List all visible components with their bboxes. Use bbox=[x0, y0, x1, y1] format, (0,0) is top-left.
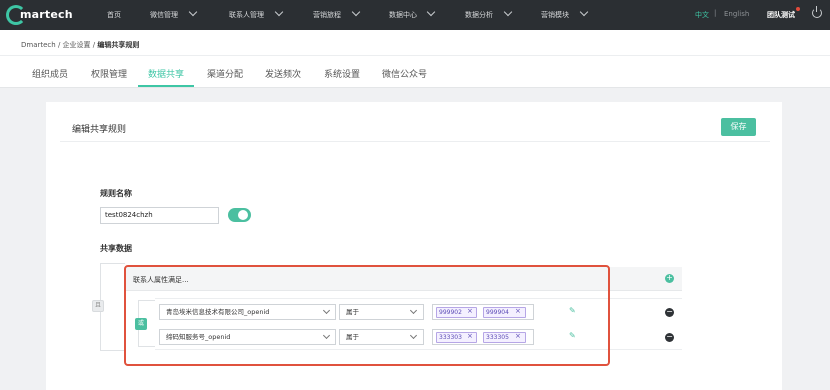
edit-icon[interactable]: ✎ bbox=[569, 306, 576, 315]
tag-remove-icon[interactable]: × bbox=[515, 307, 521, 316]
save-button[interactable]: 保存 bbox=[721, 118, 756, 136]
chevron-down-icon[interactable] bbox=[351, 7, 361, 17]
nav-item-home[interactable]: 首页 bbox=[107, 10, 121, 20]
tag-remove-icon[interactable]: × bbox=[467, 332, 473, 341]
breadcrumb: Dmartech / 企业设置 / 编辑共享规则 bbox=[21, 40, 139, 50]
field-select[interactable]: 青岛埃米信息技术有限公司_openid bbox=[159, 304, 336, 320]
nav-item-contacts[interactable]: 联系人管理 bbox=[229, 10, 264, 20]
operator-select-value: 属于 bbox=[346, 333, 359, 341]
tab-channel-allocation[interactable]: 渠道分配 bbox=[207, 67, 243, 80]
breadcrumb-current: 编辑共享规则 bbox=[97, 41, 140, 49]
nav-item-wechat[interactable]: 微信管理 bbox=[150, 10, 178, 20]
condition-header-bar bbox=[125, 267, 682, 291]
rule-name-input[interactable]: test0824chzh bbox=[100, 207, 219, 224]
tab-system-settings[interactable]: 系统设置 bbox=[324, 67, 360, 80]
field-select[interactable]: 缔码知服务号_openid bbox=[159, 329, 336, 345]
team-name[interactable]: 团队测试 bbox=[767, 10, 795, 20]
breadcrumb-root[interactable]: Dmartech bbox=[21, 41, 56, 49]
value-tag-label: 333303 bbox=[439, 334, 462, 341]
field-select-value: 缔码知服务号_openid bbox=[166, 333, 231, 341]
toggle-knob bbox=[238, 210, 248, 220]
page-title: 编辑共享规则 bbox=[72, 125, 127, 135]
tag-remove-icon[interactable]: × bbox=[467, 307, 473, 316]
value-tag-label: 333305 bbox=[486, 334, 509, 341]
breadcrumb-bar: Dmartech / 企业设置 / 编辑共享规则 bbox=[0, 30, 830, 56]
tab-members[interactable]: 组织成员 bbox=[32, 67, 68, 80]
nav-item-analytics[interactable]: 数据分析 bbox=[465, 10, 493, 20]
add-condition-button[interactable]: + bbox=[665, 274, 674, 283]
chevron-down-icon[interactable] bbox=[274, 7, 284, 17]
tab-data-sharing[interactable]: 数据共享 bbox=[148, 67, 184, 80]
edit-icon[interactable]: ✎ bbox=[569, 331, 576, 340]
nav-item-data-center[interactable]: 数据中心 bbox=[389, 10, 417, 20]
lang-english[interactable]: English bbox=[724, 10, 749, 18]
active-tab-indicator bbox=[138, 85, 194, 87]
outer-logic-toggle[interactable]: 且 bbox=[92, 300, 104, 312]
power-icon[interactable] bbox=[812, 6, 822, 18]
settings-tabs: 组织成员 权限管理 数据共享 渠道分配 发送频次 系统设置 微信公众号 bbox=[0, 56, 830, 88]
nav-item-journey[interactable]: 营销旅程 bbox=[313, 10, 341, 20]
value-tag-label: 999904 bbox=[486, 309, 509, 316]
chevron-down-icon[interactable] bbox=[188, 7, 198, 17]
tab-send-frequency[interactable]: 发送频次 bbox=[265, 67, 301, 80]
nav-item-marketing-modules[interactable]: 营销模块 bbox=[541, 10, 569, 20]
notification-dot bbox=[796, 7, 800, 11]
rule-name-label: 规则名称 bbox=[100, 189, 132, 198]
chevron-down-icon[interactable] bbox=[503, 7, 513, 17]
operator-select-value: 属于 bbox=[346, 308, 359, 316]
condition-header: 联系人属性满足... bbox=[133, 276, 189, 284]
logo-text: martech bbox=[20, 8, 73, 21]
value-tag-label: 999902 bbox=[439, 309, 462, 316]
field-select-value: 青岛埃米信息技术有限公司_openid bbox=[166, 308, 270, 316]
top-navbar: martech 首页 微信管理 联系人管理 营销旅程 数据中心 数据分析 营销模… bbox=[0, 0, 830, 30]
tab-permissions[interactable]: 权限管理 bbox=[91, 67, 127, 80]
remove-row-button[interactable]: − bbox=[665, 308, 674, 317]
inner-logic-toggle[interactable]: 或 bbox=[135, 318, 147, 330]
panel-header bbox=[60, 110, 770, 142]
remove-row-button[interactable]: − bbox=[665, 333, 674, 342]
logo[interactable]: martech bbox=[6, 4, 73, 26]
lang-separator: | bbox=[714, 9, 717, 17]
chevron-down-icon[interactable] bbox=[426, 7, 436, 17]
breadcrumb-parent[interactable]: 企业设置 bbox=[63, 41, 91, 49]
chevron-down-icon[interactable] bbox=[579, 7, 589, 17]
tag-remove-icon[interactable]: × bbox=[515, 332, 521, 341]
lang-chinese[interactable]: 中文 bbox=[695, 10, 709, 20]
tab-wechat-official-account[interactable]: 微信公众号 bbox=[382, 67, 427, 80]
shared-data-label: 共享数据 bbox=[100, 244, 132, 253]
